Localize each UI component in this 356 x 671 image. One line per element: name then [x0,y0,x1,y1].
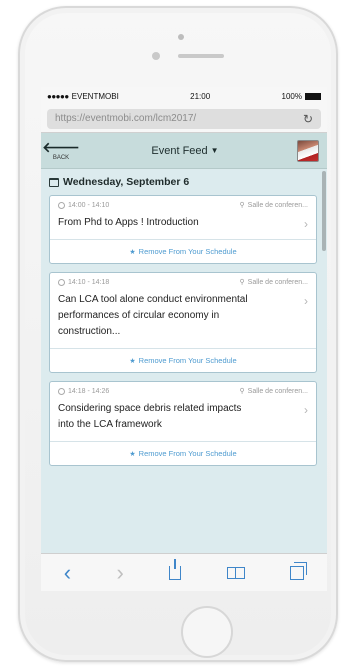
app-header: 🡐 BACK Event Feed ▼ [41,133,327,169]
session-room-text: Salle de conferen... [247,387,308,395]
star-icon: ★ [129,248,136,256]
remove-from-schedule-button[interactable]: ★ Remove From Your Schedule [50,239,316,263]
remove-from-schedule-label: Remove From Your Schedule [138,356,237,365]
avatar[interactable] [297,139,319,162]
phone-screen: ●●●●● EVENTMOBI 21:00 100% https://event… [41,87,327,591]
session-meta: 14:18 - 14:26 ⚲ Salle de conferen... [50,382,316,395]
schedule-list[interactable]: Wednesday, September 6 14:00 - 14:10 ⚲ S… [41,169,327,553]
session-meta: 14:10 - 14:18 ⚲ Salle de conferen... [50,273,316,286]
star-icon: ★ [129,357,136,365]
browser-forward-button[interactable]: › [117,560,124,586]
session-title: Can LCA tool alone conduct environmental… [58,294,248,337]
session-meta: 14:00 - 14:10 ⚲ Salle de conferen... [50,196,316,209]
tabs-icon[interactable] [290,561,308,580]
arrow-left-icon: 🡐 [42,139,80,155]
url-text: https://eventmobi.com/lcm2017/ [55,113,197,124]
session-room: ⚲ Salle de conferen... [239,201,308,210]
browser-url-bar: https://eventmobi.com/lcm2017/ ↻ [41,105,327,133]
event-feed-title: Event Feed [151,144,208,157]
session-card[interactable]: 14:00 - 14:10 ⚲ Salle de conferen... Fro… [49,195,317,264]
session-time: 14:18 - 14:26 [58,387,109,395]
map-pin-icon: ⚲ [239,279,245,286]
session-room: ⚲ Salle de conferen... [239,387,308,396]
bookmarks-icon[interactable] [226,566,245,579]
star-icon: ★ [129,450,136,458]
session-time: 14:10 - 14:18 [58,278,109,286]
event-feed-dropdown[interactable]: Event Feed ▼ [151,145,218,157]
clock-icon [58,201,65,209]
session-room-text: Salle de conferen... [247,201,308,209]
reload-icon[interactable]: ↻ [303,112,313,126]
scrollbar[interactable] [322,171,326,251]
session-title: Considering space debris related impacts… [58,403,242,430]
map-pin-icon: ⚲ [239,202,245,209]
remove-from-schedule-label: Remove From Your Schedule [138,247,237,256]
signal-strength-icon: ●●●●● [47,91,69,101]
session-room-text: Salle de conferen... [247,278,308,286]
status-right: 100% [282,92,321,101]
calendar-icon [49,177,59,187]
remove-from-schedule-label: Remove From Your Schedule [138,449,237,458]
remove-from-schedule-button[interactable]: ★ Remove From Your Schedule [50,348,316,372]
back-label: BACK [52,155,70,161]
chevron-right-icon: › [304,403,308,417]
session-time: 14:00 - 14:10 [58,201,109,209]
session-title: From Phd to Apps ! Introduction [58,217,199,228]
caret-down-icon: ▼ [210,146,219,155]
session-time-text: 14:00 - 14:10 [68,201,110,209]
map-pin-icon: ⚲ [239,388,245,395]
status-bar: ●●●●● EVENTMOBI 21:00 100% [41,87,327,105]
home-button[interactable] [181,606,233,658]
session-card[interactable]: 14:18 - 14:26 ⚲ Salle de conferen... Con… [49,381,317,466]
session-body[interactable]: From Phd to Apps ! Introduction › [50,209,316,239]
status-time: 21:00 [190,91,211,101]
session-body[interactable]: Considering space debris related impacts… [50,395,316,441]
browser-back-button[interactable]: ‹ [64,560,71,586]
date-heading: Wednesday, September 6 [49,169,317,195]
front-camera [178,34,184,40]
session-card[interactable]: 14:10 - 14:18 ⚲ Salle de conferen... Can… [49,272,317,373]
session-time-text: 14:10 - 14:18 [68,278,110,286]
back-button[interactable]: 🡐 BACK [42,140,80,161]
clock-icon [58,387,65,395]
clock-icon [58,278,65,286]
status-left: ●●●●● EVENTMOBI [47,92,119,101]
date-heading-text: Wednesday, September 6 [63,176,190,188]
earpiece-speaker [178,54,224,58]
chevron-right-icon: › [304,217,308,231]
proximity-sensor [152,52,160,60]
battery-percent: 100% [281,91,302,101]
remove-from-schedule-button[interactable]: ★ Remove From Your Schedule [50,441,316,465]
session-body[interactable]: Can LCA tool alone conduct environmental… [50,286,316,348]
session-time-text: 14:18 - 14:26 [68,387,110,395]
url-field[interactable]: https://eventmobi.com/lcm2017/ ↻ [47,108,321,129]
carrier-name: EVENTMOBI [71,91,119,101]
battery-level-fill [305,93,320,99]
chevron-right-icon: › [304,294,308,308]
browser-toolbar: ‹ › [41,553,327,591]
battery-icon [304,92,321,100]
share-icon[interactable] [169,558,182,580]
session-room: ⚲ Salle de conferen... [239,278,308,287]
